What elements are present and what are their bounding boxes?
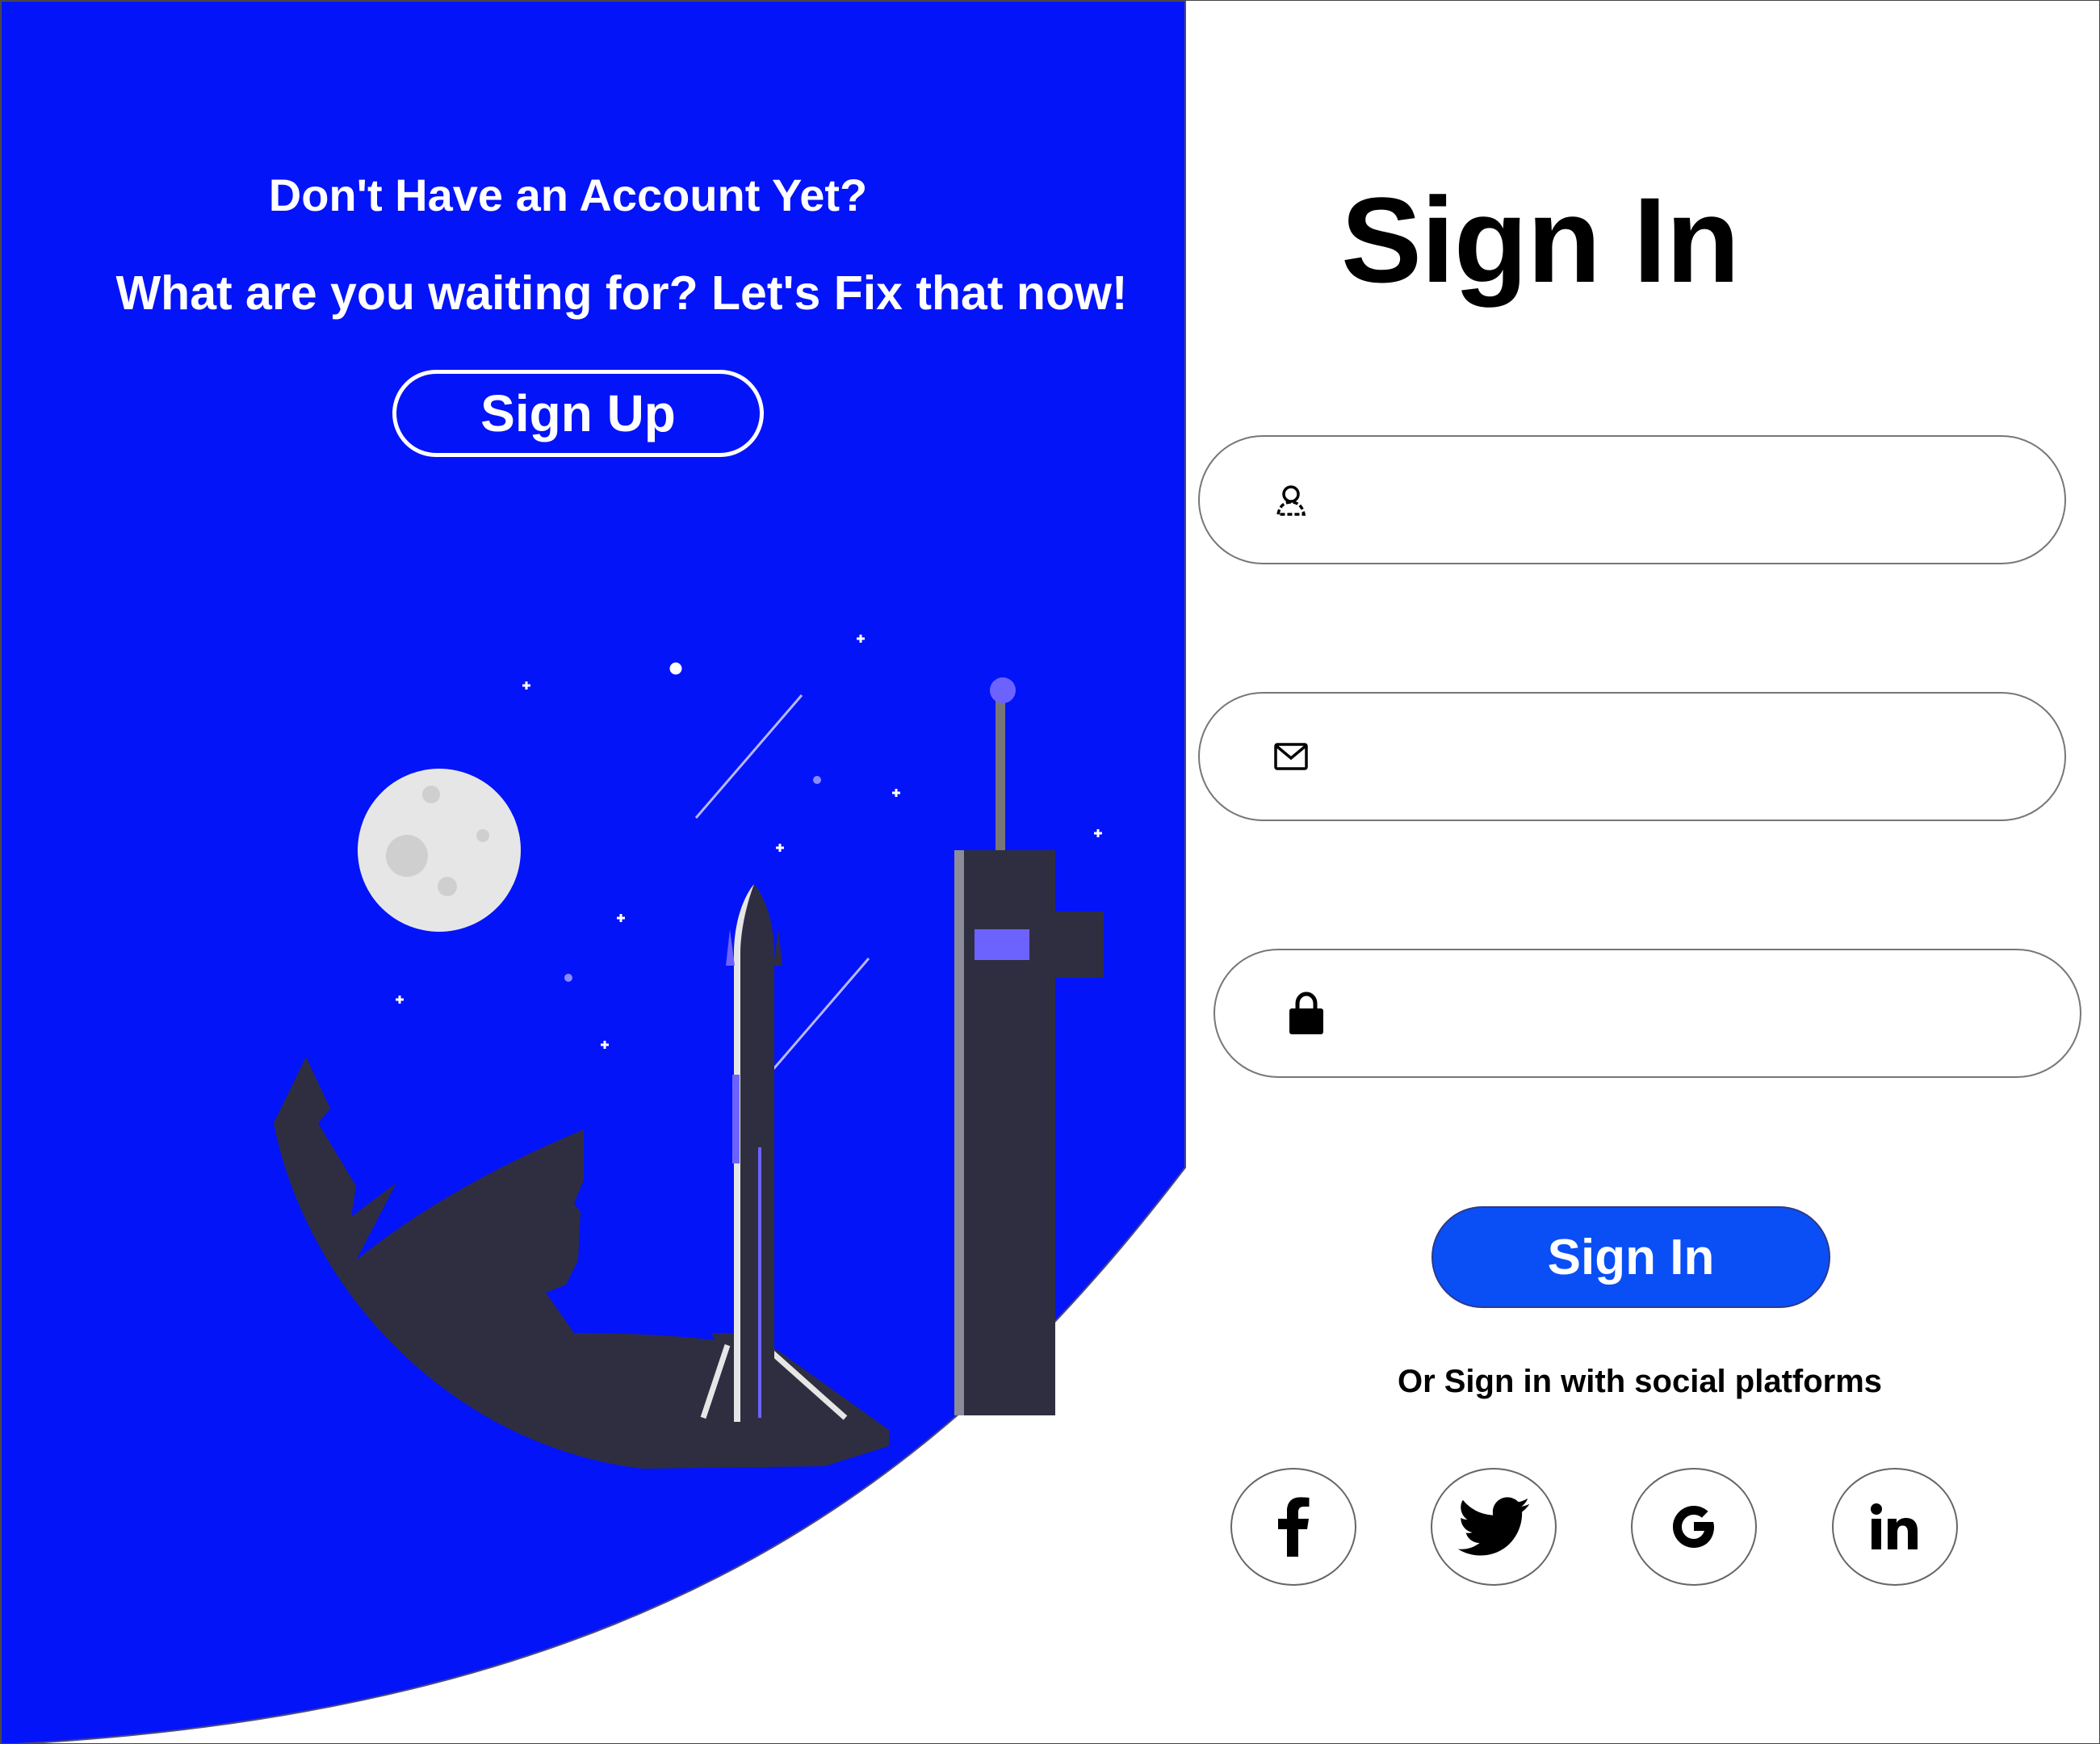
facebook-button[interactable] bbox=[1230, 1468, 1356, 1586]
linkedin-button[interactable] bbox=[1832, 1468, 1958, 1586]
moon bbox=[358, 769, 521, 932]
facebook-icon bbox=[1277, 1497, 1310, 1557]
google-icon bbox=[1667, 1500, 1721, 1553]
launch-tower bbox=[954, 677, 1104, 1415]
sign-in-button[interactable]: Sign In bbox=[1431, 1206, 1830, 1308]
sign-up-button[interactable]: Sign Up bbox=[392, 370, 764, 457]
mail-icon bbox=[1271, 736, 1311, 777]
ground-silhouette bbox=[274, 1057, 889, 1469]
email-input[interactable] bbox=[1335, 693, 2016, 820]
twitter-icon bbox=[1457, 1497, 1530, 1557]
promo-title: Don't Have an Account Yet? bbox=[268, 170, 868, 220]
promo-subtitle: What are you waiting for? Let's Fix that… bbox=[115, 266, 1128, 320]
auth-page: Don't Have an Account Yet? What are you … bbox=[0, 0, 2100, 1744]
page-title: Sign In bbox=[1341, 172, 1740, 308]
linkedin-icon bbox=[1871, 1503, 1919, 1550]
shooting-star bbox=[772, 958, 870, 1070]
twitter-button[interactable] bbox=[1431, 1468, 1557, 1586]
password-input[interactable] bbox=[1351, 950, 2031, 1077]
shooting-star bbox=[694, 694, 803, 819]
email-field[interactable] bbox=[1198, 692, 2066, 821]
google-button[interactable] bbox=[1631, 1468, 1757, 1586]
username-field[interactable] bbox=[1198, 435, 2066, 564]
lock-icon bbox=[1286, 991, 1327, 1034]
username-input[interactable] bbox=[1335, 436, 2016, 564]
rocket-launch-illustration bbox=[274, 635, 1104, 1469]
user-icon bbox=[1271, 480, 1311, 520]
signup-promo: Don't Have an Account Yet? What are you … bbox=[1, 1, 1185, 1743]
social-signin-label: Or Sign in with social platforms bbox=[1397, 1364, 1883, 1399]
password-field[interactable] bbox=[1213, 949, 2081, 1078]
